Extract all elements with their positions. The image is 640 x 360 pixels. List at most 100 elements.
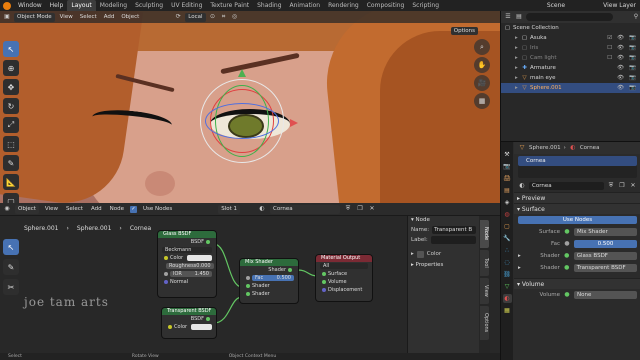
close-icon[interactable]: ✕ [629,182,637,190]
color-input-socket[interactable] [164,256,168,260]
fac-slider[interactable]: 0.500 [574,240,637,248]
color-checkbox[interactable] [416,250,424,258]
menu-select[interactable]: Select [78,14,99,20]
close-icon[interactable]: ✕ [368,205,376,213]
expand-icon[interactable]: ▸ [518,265,521,271]
tool-tab-icon[interactable]: ⚒ [503,150,512,159]
view-layer-tab-icon[interactable]: ▤ [503,186,512,195]
surface-section-header[interactable]: ▾ Surface [514,203,640,214]
camera-view-icon[interactable]: 🎥 [474,75,490,91]
select-tool-icon[interactable]: ↖ [3,239,19,255]
outliner-row-armature[interactable]: ▸ ✚ Armature 👁 📷 [501,63,640,73]
tab-view[interactable]: View [480,278,489,304]
menu-select[interactable]: Select [64,206,85,212]
glass-bsdf-node[interactable]: Glass BSDF BSDF Beckmann Color Roughness… [158,231,216,297]
normal-socket[interactable] [164,280,168,284]
duplicate-icon[interactable]: ❐ [618,182,626,190]
displacement-socket[interactable] [322,288,326,292]
material-slot-list[interactable]: Cornea [518,156,637,178]
color-expand-icon[interactable]: ▸ [411,251,414,257]
tab-compositing[interactable]: Compositing [363,0,409,11]
options-dropdown[interactable]: Options [450,27,478,35]
transparent-bsdf-node[interactable]: Transparent BSDF BSDF Color [162,308,216,338]
outliner-row-scene-collection[interactable]: ▢ Scene Collection [501,23,640,33]
scene-tab-icon[interactable]: ◈ [503,198,512,207]
tab-animation[interactable]: Animation [286,0,325,11]
menu-add[interactable]: Add [89,206,104,212]
color-swatch[interactable] [187,255,212,261]
node-section-header[interactable]: ▾ Node [408,216,479,225]
editor-type-icon[interactable]: ☰ [504,13,512,21]
material-output-node[interactable]: Material Output All Surface Volume Displ… [316,255,372,301]
orientation-dropdown[interactable]: Local [185,12,206,22]
shader-1-field[interactable]: Glass BSDF [573,252,637,260]
annotate-tool-icon[interactable]: ✎ [3,259,19,275]
tab-sculpting[interactable]: Sculpting [131,0,167,11]
tab-scripting[interactable]: Scripting [408,0,443,11]
texture-tab-icon[interactable]: ▦ [503,306,512,315]
particles-tab-icon[interactable]: ∴ [503,246,512,255]
display-mode-icon[interactable]: ▤ [515,13,523,21]
distribution-dropdown[interactable]: Beckmann [162,247,212,253]
fac-field[interactable]: Fac 0.500 [252,275,294,281]
preview-section-header[interactable]: ▸ Preview [514,192,640,203]
menu-window[interactable]: Window [14,0,46,11]
material-slot-item[interactable]: Cornea [518,156,637,166]
expand-icon[interactable]: ▸ [518,253,521,259]
scene-selector[interactable]: Scene [543,0,569,11]
properties-section-header[interactable]: ▸ Properties [408,261,479,270]
duplicate-icon[interactable]: ❐ [356,205,364,213]
node-label-field[interactable] [430,236,476,244]
filter-icon[interactable]: ⚲ [632,13,640,21]
volume-section-header[interactable]: ▾ Volume [514,278,640,289]
bsdf-output-socket[interactable] [206,240,210,244]
annotate-tool-icon[interactable]: ✎ [3,155,19,171]
tab-options[interactable]: Options [480,306,489,340]
tab-shading[interactable]: Shading [253,0,285,11]
scale-tool-icon[interactable]: ⤢ [3,117,19,133]
snap-icon[interactable]: ⌗ [220,13,228,21]
menu-add[interactable]: Add [102,14,117,20]
material-name-field[interactable]: Cornea [270,204,341,214]
shader-input-1-socket[interactable] [246,284,250,288]
link-cut-tool-icon[interactable]: ✂ [3,279,19,295]
view-layer-selector[interactable]: View Layer [599,0,640,11]
cursor-tool-icon[interactable]: ⊕ [3,60,19,76]
color-swatch[interactable] [191,324,212,330]
shader-2-field[interactable]: Transparent BSDF [573,264,637,272]
node-name-field[interactable]: Transparent B [432,226,476,234]
surface-socket[interactable] [322,272,326,276]
outliner-row-main-eye[interactable]: ▸ ▽ main eye 👁 📷 [501,73,640,83]
select-tool-icon[interactable]: ↖ [3,41,19,57]
modifier-tab-icon[interactable]: 🔧 [503,234,512,243]
tab-node[interactable]: Node [480,220,489,248]
pan-hand-icon[interactable]: ✋ [474,57,490,73]
transform-tool-icon[interactable]: ⬚ [3,136,19,152]
physics-tab-icon[interactable]: ◌ [503,258,512,267]
roughness-field[interactable]: Roughness 0.000 [166,263,214,269]
material-tab-icon[interactable]: ◐ [502,294,512,303]
tab-tool[interactable]: Tool [480,250,489,276]
y-axis-arrow-icon[interactable] [238,69,246,77]
mix-shader-node[interactable]: Mix Shader Shader Fac 0.500 Shader Shader [240,259,298,303]
editor-type-icon[interactable]: ▣ [3,13,11,21]
material-datablock-field[interactable]: Cornea [529,182,604,190]
use-nodes-button[interactable]: Use Nodes [518,216,637,224]
ior-field[interactable]: IOR 1.450 [170,271,212,277]
outliner-row-iris[interactable]: ▸ ▢ Iris ☐ 👁 📷 [501,43,640,53]
move-tool-icon[interactable]: ✥ [3,79,19,95]
tab-modeling[interactable]: Modeling [96,0,131,11]
proportional-edit-icon[interactable]: ◎ [231,13,239,21]
rotate-tool-icon[interactable]: ↻ [3,98,19,114]
menu-node[interactable]: Node [108,206,126,212]
object-tab-icon[interactable]: ▢ [503,222,512,231]
output-target-dropdown[interactable]: All [320,263,368,269]
tab-uv-editing[interactable]: UV Editing [167,0,206,11]
rotate-gizmo-z-ring[interactable] [205,103,279,139]
shader-input-2-socket[interactable] [246,292,250,296]
tab-layout[interactable]: Layout [67,0,96,11]
outliner-row-sphere[interactable]: ▸ ▽ Sphere.001 👁 📷 [501,83,640,93]
fake-user-icon[interactable]: ⛨ [344,205,352,213]
measure-tool-icon[interactable]: 📐 [3,174,19,190]
surface-shader-field[interactable]: Mix Shader [574,228,637,236]
